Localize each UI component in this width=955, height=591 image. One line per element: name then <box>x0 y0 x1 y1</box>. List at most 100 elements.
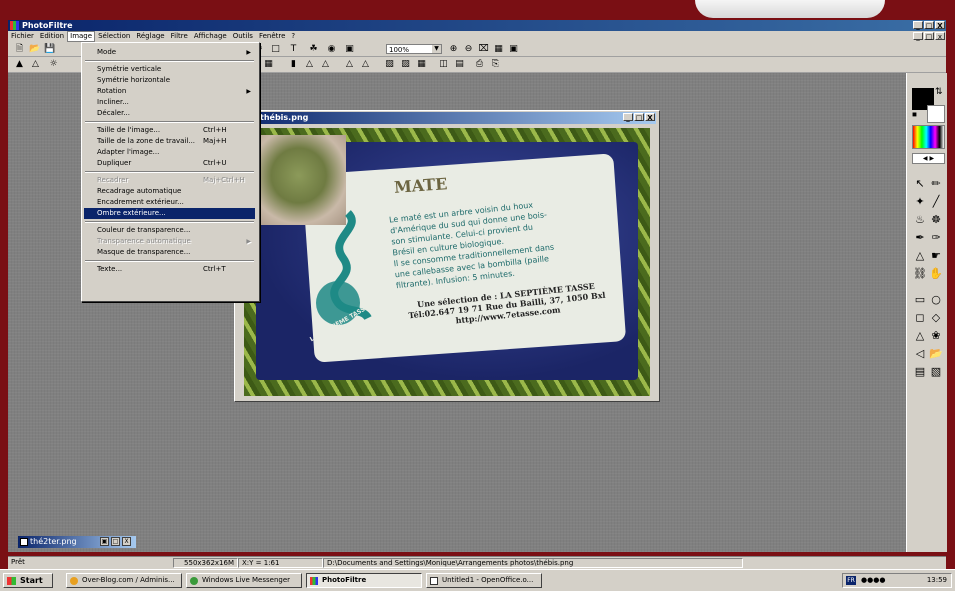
image-filter-icon[interactable]: ▦ <box>416 59 427 70</box>
zoom-out-icon[interactable]: ⊖ <box>463 44 474 55</box>
new-file-icon[interactable]: 🗎 <box>14 44 25 55</box>
panel-icon[interactable]: ▤ <box>454 59 465 70</box>
menu-item-encadrement-ext-rieur[interactable]: Encadrement extérieur... <box>84 197 255 208</box>
mindoc-close-button[interactable]: X <box>122 537 131 546</box>
start-button[interactable]: Start <box>3 573 53 588</box>
menu-image[interactable]: Image <box>67 31 96 42</box>
menu-item-incliner[interactable]: Incliner... <box>84 97 255 108</box>
minimize-button[interactable]: _ <box>913 21 923 30</box>
zoom-in-icon[interactable]: ⊕ <box>448 44 459 55</box>
menu-selection[interactable]: Sélection <box>95 31 133 42</box>
effects-icon[interactable]: ☘ <box>308 44 319 55</box>
menu-outils[interactable]: Outils <box>230 31 256 42</box>
blur-drop-icon[interactable]: △ <box>913 249 927 263</box>
drop-outline-icon[interactable]: △ <box>320 59 331 70</box>
text-selection-icon[interactable]: ▧ <box>929 365 943 379</box>
menu-fenetre[interactable]: Fenêtre <box>256 31 288 42</box>
fit-window-icon[interactable]: ⌧ <box>478 44 489 55</box>
drop-icon[interactable]: △ <box>304 59 315 70</box>
menu-fichier[interactable]: Fichier <box>8 31 37 42</box>
menu-item-rotation[interactable]: Rotation ▶ <box>84 86 255 97</box>
rectangle-icon[interactable]: ▭ <box>913 293 927 307</box>
grid-icon[interactable]: ▦ <box>263 59 274 70</box>
menu-reglage[interactable]: Réglage <box>133 31 167 42</box>
triangle-shape-icon[interactable]: △ <box>913 329 927 343</box>
tray-icons[interactable]: ●●●● <box>861 574 885 587</box>
menu-item-dupliquer[interactable]: Dupliquer Ctrl+U <box>84 158 255 169</box>
menu-item-adapter-l-image[interactable]: Adapter l'image... <box>84 147 255 158</box>
fill-icon[interactable]: ♨ <box>913 213 927 227</box>
color-filter-icon[interactable]: ▨ <box>384 59 395 70</box>
menu-item-ombre-ext-rieure[interactable]: Ombre extérieure... <box>84 208 255 219</box>
menu-item-transparence-automatique[interactable]: Transparence automatique ▶ <box>84 236 255 247</box>
fullscreen-icon[interactable]: ▣ <box>508 44 519 55</box>
lasso-icon[interactable]: ❀ <box>929 329 943 343</box>
folder-icon[interactable]: 📂 <box>929 347 943 361</box>
menu-item-sym-trie-verticale[interactable]: Symétrie verticale <box>84 64 255 75</box>
auto-contrast-icon[interactable]: △ <box>30 59 41 70</box>
minimized-document[interactable]: thé2ter.png ▣ □ X <box>18 536 136 548</box>
selection-tool-icon[interactable]: □ <box>270 44 281 55</box>
rounded-rect-icon[interactable]: ◻ <box>913 311 927 325</box>
img-minimize-button[interactable]: _ <box>623 113 633 122</box>
triangle-icon[interactable]: △ <box>344 59 355 70</box>
task-overblog[interactable]: Over-Blog.com / Adminis... <box>66 573 182 588</box>
diamond-icon[interactable]: ◇ <box>929 311 943 325</box>
window-icon[interactable]: ▣ <box>344 44 355 55</box>
menu-item-masque-de-transparence[interactable]: Masque de transparence... <box>84 247 255 258</box>
background-color-swatch[interactable] <box>927 105 945 123</box>
menu-filtre[interactable]: Filtre <box>168 31 191 42</box>
menu-item-taille-de-l-image[interactable]: Taille de l'image... Ctrl+H <box>84 125 255 136</box>
print-icon[interactable]: ⎙ <box>474 59 485 70</box>
doc-minimize-button[interactable]: _ <box>913 32 923 41</box>
menu-item-texte[interactable]: Texte... Ctrl+T <box>84 264 255 275</box>
menu-item-d-caler[interactable]: Décaler... <box>84 108 255 119</box>
selection-rect-icon[interactable]: ▤ <box>913 365 927 379</box>
stamp-icon[interactable]: ⛓ <box>913 267 927 281</box>
image-window[interactable]: thébis.png _ □ X MATE Le maté est un arb… <box>234 110 660 402</box>
drop-tool-icon[interactable]: ▮ <box>288 59 299 70</box>
text-tool-icon[interactable]: T <box>288 44 299 55</box>
actual-size-icon[interactable]: ▦ <box>493 44 504 55</box>
palette-icon[interactable]: ◉ <box>326 44 337 55</box>
line-icon[interactable]: ╱ <box>929 195 943 209</box>
task-openoffice[interactable]: Untitled1 - OpenOffice.o... <box>426 573 542 588</box>
auto-levels-icon[interactable]: ▲ <box>14 59 25 70</box>
photo-canvas[interactable]: MATE Le maté est un arbre voisin du houx… <box>244 128 650 396</box>
smudge-icon[interactable]: ☛ <box>929 249 943 263</box>
ellipse-icon[interactable]: ○ <box>929 293 943 307</box>
export-icon[interactable]: ⎘ <box>490 59 501 70</box>
pointer-icon[interactable]: ↖ <box>913 177 927 191</box>
swap-colors-icon[interactable]: ⇅ <box>935 87 943 97</box>
brightness-icon[interactable]: ☼ <box>48 59 59 70</box>
open-folder-icon[interactable]: 📂 <box>29 44 40 55</box>
mindoc-maximize-button[interactable]: □ <box>111 537 120 546</box>
doc-restore-button[interactable]: □ <box>924 32 934 41</box>
save-icon[interactable]: 💾 <box>44 44 55 55</box>
palette-scroll[interactable]: ◀ ▶ <box>912 153 945 164</box>
brush-icon[interactable]: ✒ <box>913 231 927 245</box>
menu-help[interactable]: ? <box>288 31 298 42</box>
img-close-button[interactable]: X <box>645 113 655 122</box>
polygon-lasso-icon[interactable]: ◁ <box>913 347 927 361</box>
pen-icon[interactable]: ✑ <box>929 231 943 245</box>
maximize-button[interactable]: □ <box>924 21 934 30</box>
column-icon[interactable]: ◫ <box>438 59 449 70</box>
task-messenger[interactable]: Windows Live Messenger <box>186 573 302 588</box>
menu-edition[interactable]: Edition <box>37 31 67 42</box>
close-button[interactable]: X <box>935 21 945 30</box>
magic-wand-icon[interactable]: ✦ <box>913 195 927 209</box>
image-window-titlebar[interactable]: thébis.png _ □ X <box>236 112 656 124</box>
mindoc-restore-button[interactable]: ▣ <box>100 537 109 546</box>
menu-item-sym-trie-horizontale[interactable]: Symétrie horizontale <box>84 75 255 86</box>
zoom-select[interactable]: 100% ▼ <box>386 44 442 54</box>
menu-item-taille-de-la-zone-de-travail[interactable]: Taille de la zone de travail... Maj+H <box>84 136 255 147</box>
menu-item-recadrer[interactable]: Recadrer Maj+Ctrl+H <box>84 175 255 186</box>
color-filter2-icon[interactable]: ▨ <box>400 59 411 70</box>
eyedropper-icon[interactable]: ✏ <box>929 177 943 191</box>
img-maximize-button[interactable]: □ <box>634 113 644 122</box>
color-grid[interactable] <box>912 125 945 149</box>
spray-icon[interactable]: ☸ <box>929 213 943 227</box>
task-photofiltre[interactable]: PhotoFiltre <box>306 573 422 588</box>
menu-affichage[interactable]: Affichage <box>191 31 230 42</box>
